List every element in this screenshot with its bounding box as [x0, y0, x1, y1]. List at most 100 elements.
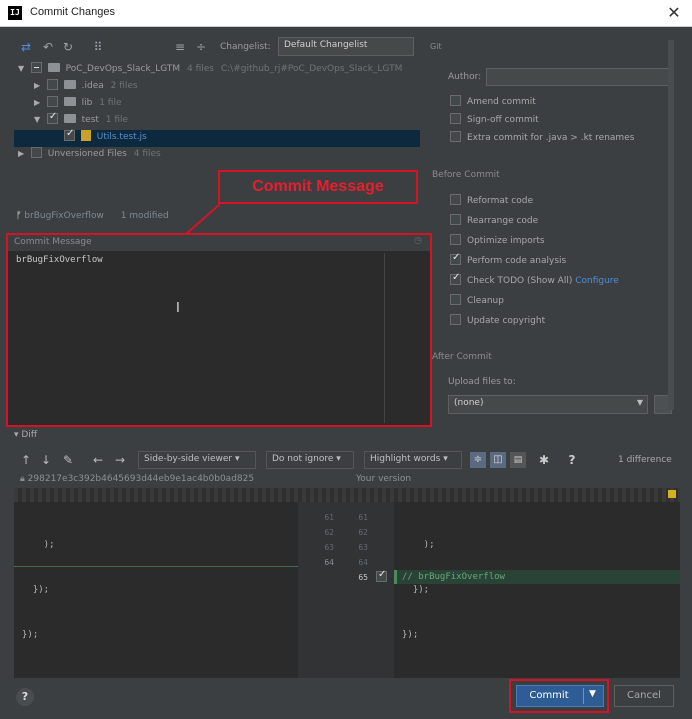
warning-marker-icon: [668, 490, 676, 498]
diff-icon[interactable]: ⇄: [18, 39, 34, 55]
cleanup-checkbox[interactable]: [450, 294, 461, 305]
reformat-option[interactable]: Reformat code: [450, 194, 670, 212]
unversioned-checkbox[interactable]: [30, 147, 42, 158]
modified-count: 1 modified: [120, 211, 169, 221]
tree-item-file[interactable]: Utils.test.js: [14, 128, 420, 147]
copyright-checkbox[interactable]: [450, 314, 461, 325]
commit-message-input[interactable]: brBugFixOverflow: [8, 251, 430, 269]
chevron-down-icon: ▼: [636, 398, 643, 407]
rearrange-option[interactable]: Rearrange code: [450, 214, 670, 232]
git-options: Amend commit Sign-off commit Extra commi…: [450, 95, 670, 149]
lib-checkbox[interactable]: [46, 96, 58, 107]
collapsed-lines-bar[interactable]: [14, 488, 680, 502]
extra-commit-checkbox[interactable]: [450, 131, 461, 142]
chevron-down-icon[interactable]: ▼: [34, 115, 44, 124]
upload-dropdown[interactable]: (none) ▼: [448, 395, 648, 414]
changes-tree: ▼ PoC_DevOps_Slack_LGTM 4 files C:\#gith…: [14, 62, 420, 164]
analysis-checkbox[interactable]: [450, 252, 461, 265]
next-diff-icon[interactable]: ↓: [38, 452, 54, 468]
gear-icon[interactable]: ✱: [536, 452, 552, 468]
root-checkbox[interactable]: [30, 62, 42, 73]
chevron-down-icon[interactable]: ▼: [589, 689, 596, 699]
file-checkbox[interactable]: [64, 128, 75, 141]
author-input[interactable]: [486, 68, 670, 86]
extra-commit-option[interactable]: Extra commit for .java > .kt renames: [450, 131, 670, 149]
ignore-dropdown[interactable]: Do not ignore ▾: [266, 451, 354, 469]
tree-item-idea[interactable]: ▶ .idea 2 files: [14, 79, 420, 96]
file-label: Utils.test.js: [96, 132, 147, 142]
cleanup-option[interactable]: Cleanup: [450, 294, 670, 312]
signoff-option[interactable]: Sign-off commit: [450, 113, 670, 131]
help-icon[interactable]: ?: [564, 452, 580, 468]
tree-item-test[interactable]: ▼ test 1 file: [14, 111, 420, 130]
branch-status: ᚠ brBugFixOverflow 1 modified: [16, 211, 169, 221]
back-icon[interactable]: ←: [90, 452, 106, 468]
amend-checkbox[interactable]: [450, 95, 461, 106]
history-icon[interactable]: ◷: [414, 236, 422, 246]
lock-icon[interactable]: ▤: [510, 452, 526, 468]
tree-root[interactable]: ▼ PoC_DevOps_Slack_LGTM 4 files C:\#gith…: [14, 62, 420, 79]
idea-checkbox[interactable]: [46, 79, 58, 90]
chevron-right-icon[interactable]: ▶: [18, 149, 28, 158]
todo-option[interactable]: Check TODO (Show All) Configure: [450, 272, 670, 292]
group-by-icon[interactable]: ⠿: [90, 39, 106, 55]
todo-checkbox[interactable]: [450, 272, 461, 285]
window-title: Commit Changes: [30, 6, 115, 18]
configure-link[interactable]: Configure: [575, 276, 619, 286]
close-icon[interactable]: ✕: [664, 2, 684, 24]
commit-button[interactable]: Commit ▼: [516, 685, 604, 707]
chevron-right-icon[interactable]: ▶: [34, 98, 44, 107]
right-margin-guide: [384, 253, 385, 423]
rollback-icon[interactable]: ↶: [40, 39, 56, 55]
highlight-dropdown[interactable]: Highlight words ▾: [364, 451, 462, 469]
options-scrollbar[interactable]: [668, 40, 674, 410]
git-label: Git: [430, 42, 442, 51]
viewer-dropdown[interactable]: Side-by-side viewer ▾: [138, 451, 256, 469]
amend-label: Amend commit: [467, 97, 536, 107]
edit-icon[interactable]: ✎: [60, 452, 76, 468]
help-button[interactable]: ?: [16, 688, 34, 706]
author-label: Author:: [448, 72, 482, 82]
reformat-checkbox[interactable]: [450, 194, 461, 205]
amend-option[interactable]: Amend commit: [450, 95, 670, 113]
include-change-checkbox[interactable]: [376, 569, 387, 582]
folder-icon: [63, 97, 76, 106]
tree-item-unversioned[interactable]: ▶ Unversioned Files 4 files: [14, 147, 420, 164]
copyright-option[interactable]: Update copyright: [450, 314, 670, 332]
optimize-option[interactable]: Optimize imports: [450, 234, 670, 252]
chevron-down-icon: ▾: [234, 454, 240, 464]
prev-diff-icon[interactable]: ↑: [18, 452, 34, 468]
refresh-icon[interactable]: ↻: [60, 39, 76, 55]
left-line: });: [22, 585, 50, 595]
analysis-label: Perform code analysis: [467, 256, 567, 266]
forward-icon[interactable]: →: [112, 452, 128, 468]
analysis-option[interactable]: Perform code analysis: [450, 252, 670, 272]
test-checkbox[interactable]: [46, 111, 58, 124]
optimize-checkbox[interactable]: [450, 234, 461, 245]
difference-count: 1 difference: [618, 455, 672, 465]
line-number: 61: [358, 513, 368, 522]
todo-label: Check TODO (Show All): [467, 276, 573, 286]
cleanup-label: Cleanup: [467, 296, 504, 306]
diff-left-header: 🔒︎ 298217e3c392b4645693d44eb9e1ac4b0b0ad…: [20, 474, 254, 484]
line-number: 64: [358, 558, 368, 567]
after-commit-title: After Commit: [432, 352, 492, 362]
changelist-dropdown[interactable]: Default Changelist: [278, 37, 414, 56]
chevron-right-icon[interactable]: ▶: [34, 81, 44, 90]
diff-toolbar: ↑ ↓ ✎ ← → Side-by-side viewer ▾ Do not i…: [14, 449, 684, 473]
rearrange-checkbox[interactable]: [450, 214, 461, 225]
diff-section-header[interactable]: ▾ Diff: [14, 430, 37, 440]
chevron-down-icon[interactable]: ▼: [18, 64, 28, 73]
ignore-value: Do not ignore: [272, 454, 334, 464]
lock-icon: 🔒︎: [20, 474, 25, 484]
cancel-button[interactable]: Cancel: [614, 685, 674, 707]
changes-toolbar: ⇄ ↶ ↻ ⠿: [18, 39, 118, 57]
expand-all-icon[interactable]: ≡: [172, 39, 188, 55]
right-line: });: [402, 630, 419, 640]
tree-item-lib[interactable]: ▶ lib 1 file: [14, 96, 420, 113]
signoff-checkbox[interactable]: [450, 113, 461, 124]
sync-scroll-icon[interactable]: ◫: [490, 452, 506, 468]
collapse-unchanged-icon[interactable]: ≑: [470, 452, 486, 468]
collapse-all-icon[interactable]: ÷: [193, 39, 209, 55]
left-line: });: [22, 630, 39, 640]
